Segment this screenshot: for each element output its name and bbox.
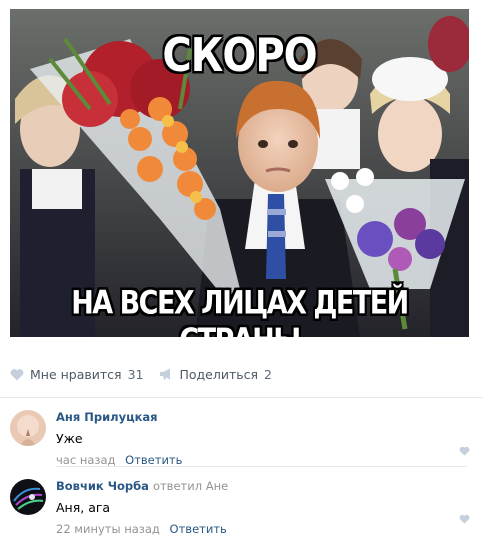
comment-text: Аня, ага xyxy=(56,500,111,515)
megaphone-icon xyxy=(160,368,171,380)
comment-time[interactable]: час назад xyxy=(56,453,116,467)
heart-icon xyxy=(10,368,24,380)
comment-body: Вовчик Чорба ответил Ане Аня, ага 22 мин… xyxy=(56,479,456,536)
meme-top-caption: СКОРО xyxy=(162,29,317,83)
replied-to-label[interactable]: ответил Ане xyxy=(153,479,228,493)
like-count: 31 xyxy=(127,366,144,382)
divider xyxy=(56,466,467,467)
share-count: 2 xyxy=(264,366,272,382)
comment-item: Аня Прилуцкая Уже час назад Ответить xyxy=(10,410,470,467)
avatar[interactable] xyxy=(10,410,46,446)
reply-button[interactable]: Ответить xyxy=(170,522,227,536)
comment-meta: час назад Ответить xyxy=(56,453,456,467)
avatar-image xyxy=(10,479,46,515)
comment-text: Уже xyxy=(56,431,83,446)
comment-like-heart-icon[interactable] xyxy=(459,446,470,456)
comment-body: Аня Прилуцкая Уже час назад Ответить xyxy=(56,410,456,467)
divider xyxy=(0,397,483,398)
post-actions-bar: Мне нравится 31 Поделиться 2 xyxy=(10,362,288,386)
comment-author[interactable]: Аня Прилуцкая xyxy=(56,410,158,424)
avatar[interactable] xyxy=(10,479,46,515)
comment-item: Вовчик Чорба ответил Ане Аня, ага 22 мин… xyxy=(10,479,470,536)
share-button[interactable]: Поделиться 2 xyxy=(159,367,272,382)
like-label: Мне нравится xyxy=(30,366,122,382)
share-label: Поделиться xyxy=(179,366,259,382)
avatar-image xyxy=(10,410,46,446)
like-button[interactable]: Мне нравится 31 xyxy=(10,367,143,382)
comment-meta: 22 минуты назад Ответить xyxy=(56,522,456,536)
comment-like-heart-icon[interactable] xyxy=(459,514,470,524)
reply-button[interactable]: Ответить xyxy=(125,453,182,467)
comment-time[interactable]: 22 минуты назад xyxy=(56,522,160,536)
post-photo[interactable]: СКОРО НА ВСЕХ ЛИЦАХ ДЕТЕЙ СТРАНЫ xyxy=(10,9,469,337)
comment-author[interactable]: Вовчик Чорба xyxy=(56,479,149,493)
meme-bottom-caption: НА ВСЕХ ЛИЦАХ ДЕТЕЙ СТРАНЫ xyxy=(71,284,409,337)
